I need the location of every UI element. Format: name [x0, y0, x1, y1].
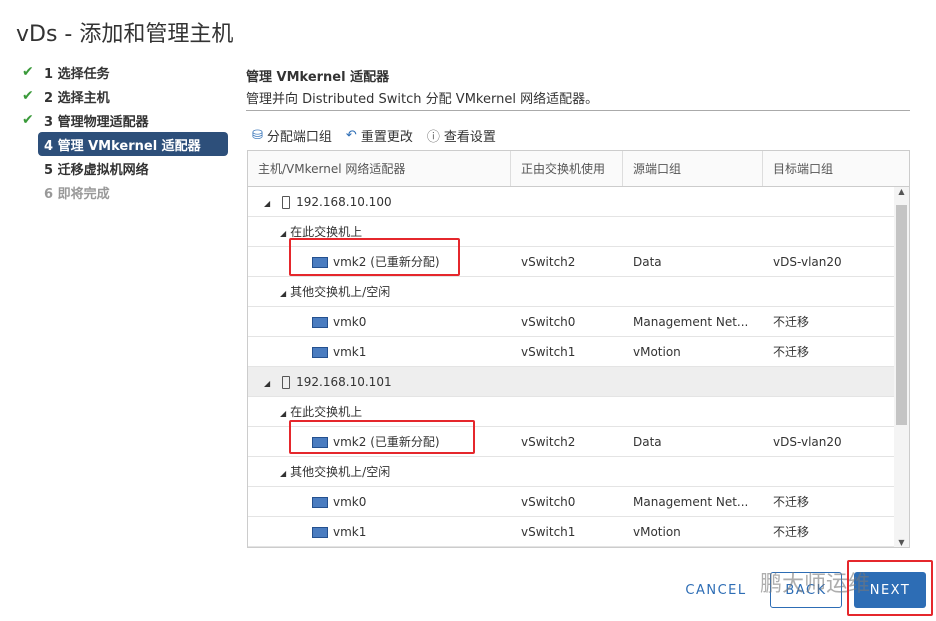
adapter-row[interactable]: vmk0 vSwitch0 Management Net... 不迁移	[248, 487, 896, 517]
wizard-step[interactable]: 5 迁移虚拟机网络	[22, 156, 228, 180]
network-adapter-icon	[312, 526, 328, 538]
scrollbar[interactable]: ▲ ▼	[894, 187, 909, 547]
target-portgroup-cell[interactable]: 不迁移	[763, 313, 896, 330]
group-name: 在此交换机上	[290, 405, 363, 419]
host-row[interactable]: ◢ 192.168.10.101	[248, 367, 896, 397]
network-icon: ⛁	[252, 128, 263, 143]
column-header[interactable]: 目标端口组	[763, 151, 896, 186]
collapse-icon[interactable]: ◢	[264, 199, 270, 208]
source-portgroup-cell: Management Net...	[633, 314, 749, 329]
adapter-cell: vmk0	[248, 495, 511, 509]
adapter-row[interactable]: vmk0 vSwitch0 Management Net... 不迁移	[248, 307, 896, 337]
step-label: 5 迁移虚拟机网络	[44, 162, 149, 178]
highlight-box	[289, 238, 460, 276]
adapter-name: vmk1	[333, 344, 367, 359]
host-name: 192.168.10.101	[296, 374, 392, 389]
wizard-step[interactable]: ✔ 1 选择任务	[22, 60, 228, 84]
collapse-icon[interactable]: ◢	[280, 229, 286, 238]
group-name: 在此交换机上	[290, 225, 363, 239]
target-portgroup-cell[interactable]: 不迁移	[763, 523, 896, 540]
target-portgroup-cell[interactable]: 不迁移	[763, 493, 896, 510]
cancel-button[interactable]: CANCEL	[680, 572, 752, 608]
grid-header: 主机/VMkernel 网络适配器 正由交换机使用 源端口组 目标端口组	[248, 151, 909, 187]
adapter-cell: vmk0	[248, 315, 511, 329]
assign-port-group-button[interactable]: ⛁ 分配端口组	[252, 126, 332, 145]
wizard-step: 6 即将完成	[22, 180, 228, 204]
target-portgroup-cell[interactable]: vDS-vlan20	[763, 435, 896, 449]
switch-cell: vSwitch0	[521, 314, 576, 329]
source-portgroup-cell: Management Net...	[633, 494, 749, 509]
column-header[interactable]: 正由交换机使用	[511, 151, 623, 186]
server-icon	[282, 375, 291, 389]
column-header[interactable]: 源端口组	[623, 151, 763, 186]
section-description: 管理并向 Distributed Switch 分配 VMkernel 网络适配…	[246, 92, 599, 107]
target-portgroup-cell[interactable]: 不迁移	[763, 343, 896, 360]
group-name: 其他交换机上/空闲	[290, 285, 391, 299]
group-row[interactable]: ◢ 其他交换机上/空闲	[248, 457, 896, 487]
switch-cell: vSwitch0	[521, 494, 576, 509]
view-settings-button[interactable]: ⓘ 查看设置	[427, 126, 496, 145]
adapter-row[interactable]: vmk1 vSwitch1 vMotion 不迁移	[248, 517, 896, 547]
network-adapter-icon	[312, 496, 328, 508]
dialog-title: vDs - 添加和管理主机	[16, 22, 234, 47]
watermark: 鹏大师运维	[760, 572, 871, 597]
step-label: 2 选择主机	[44, 90, 110, 106]
group-row[interactable]: ◢ 其他交换机上/空闲	[248, 277, 896, 307]
undo-icon: ↶	[345, 128, 357, 143]
source-portgroup-cell: vMotion	[633, 524, 681, 539]
wizard-steps: ✔ 1 选择任务 ✔ 2 选择主机 ✔ 3 管理物理适配器 4 管理 VMkernel 适配…	[22, 60, 228, 204]
checkmark-icon: ✔	[22, 112, 34, 128]
collapse-icon[interactable]: ◢	[280, 409, 286, 418]
host-cell: ◢ 192.168.10.100	[248, 195, 511, 209]
group-cell: ◢ 在此交换机上	[248, 403, 511, 420]
vmkernel-adapter-grid: 主机/VMkernel 网络适配器 正由交换机使用 源端口组 目标端口组 ◢ 19…	[247, 150, 910, 548]
info-icon: ⓘ	[426, 130, 440, 145]
target-portgroup-cell[interactable]: vDS-vlan20	[763, 255, 896, 269]
highlight-box	[289, 420, 475, 454]
step-label: 6 即将完成	[44, 186, 110, 202]
section-title: 管理 VMkernel 适配器	[246, 70, 390, 85]
group-name: 其他交换机上/空闲	[290, 465, 391, 479]
group-cell: ◢ 其他交换机上/空闲	[248, 463, 511, 480]
host-row[interactable]: ◢ 192.168.10.100	[248, 187, 896, 217]
adapter-cell: vmk1	[248, 345, 511, 359]
scrollbar-thumb[interactable]	[896, 205, 907, 425]
source-portgroup-cell: Data	[633, 434, 662, 449]
wizard-step[interactable]: ✔ 2 选择主机	[22, 84, 228, 108]
reset-changes-button[interactable]: ↶ 重置更改	[346, 126, 413, 145]
switch-cell: vSwitch2	[521, 434, 576, 449]
collapse-icon[interactable]: ◢	[280, 469, 286, 478]
network-adapter-icon	[312, 316, 328, 328]
switch-cell: vSwitch2	[521, 254, 576, 269]
step-label: 1 选择任务	[44, 66, 110, 82]
wizard-step[interactable]: ✔ 3 管理物理适配器	[22, 108, 228, 132]
host-name: 192.168.10.100	[296, 194, 392, 209]
adapter-cell: vmk1	[248, 525, 511, 539]
adapter-name: vmk1	[333, 524, 367, 539]
collapse-icon[interactable]: ◢	[280, 289, 286, 298]
source-portgroup-cell: Data	[633, 254, 662, 269]
toolbar: ⛁ 分配端口组 ↶ 重置更改 ⓘ 查看设置	[252, 126, 496, 145]
network-adapter-icon	[312, 346, 328, 358]
wizard-step[interactable]: 4 管理 VMkernel 适配器	[38, 132, 228, 156]
adapter-name: vmk0	[333, 314, 367, 329]
column-header[interactable]: 主机/VMkernel 网络适配器	[248, 151, 511, 186]
switch-cell: vSwitch1	[521, 524, 576, 539]
adapter-row[interactable]: vmk1 vSwitch1 vMotion 不迁移	[248, 337, 896, 367]
checkmark-icon: ✔	[22, 88, 34, 104]
source-portgroup-cell: vMotion	[633, 344, 681, 359]
switch-cell: vSwitch1	[521, 344, 576, 359]
step-label: 4 管理 VMkernel 适配器	[44, 138, 201, 154]
host-cell: ◢ 192.168.10.101	[248, 375, 511, 389]
collapse-icon[interactable]: ◢	[264, 379, 270, 388]
step-label: 3 管理物理适配器	[44, 114, 149, 130]
checkmark-icon: ✔	[22, 64, 34, 80]
server-icon	[282, 195, 291, 209]
group-cell: ◢ 其他交换机上/空闲	[248, 283, 511, 300]
divider	[246, 110, 910, 111]
adapter-name: vmk0	[333, 494, 367, 509]
